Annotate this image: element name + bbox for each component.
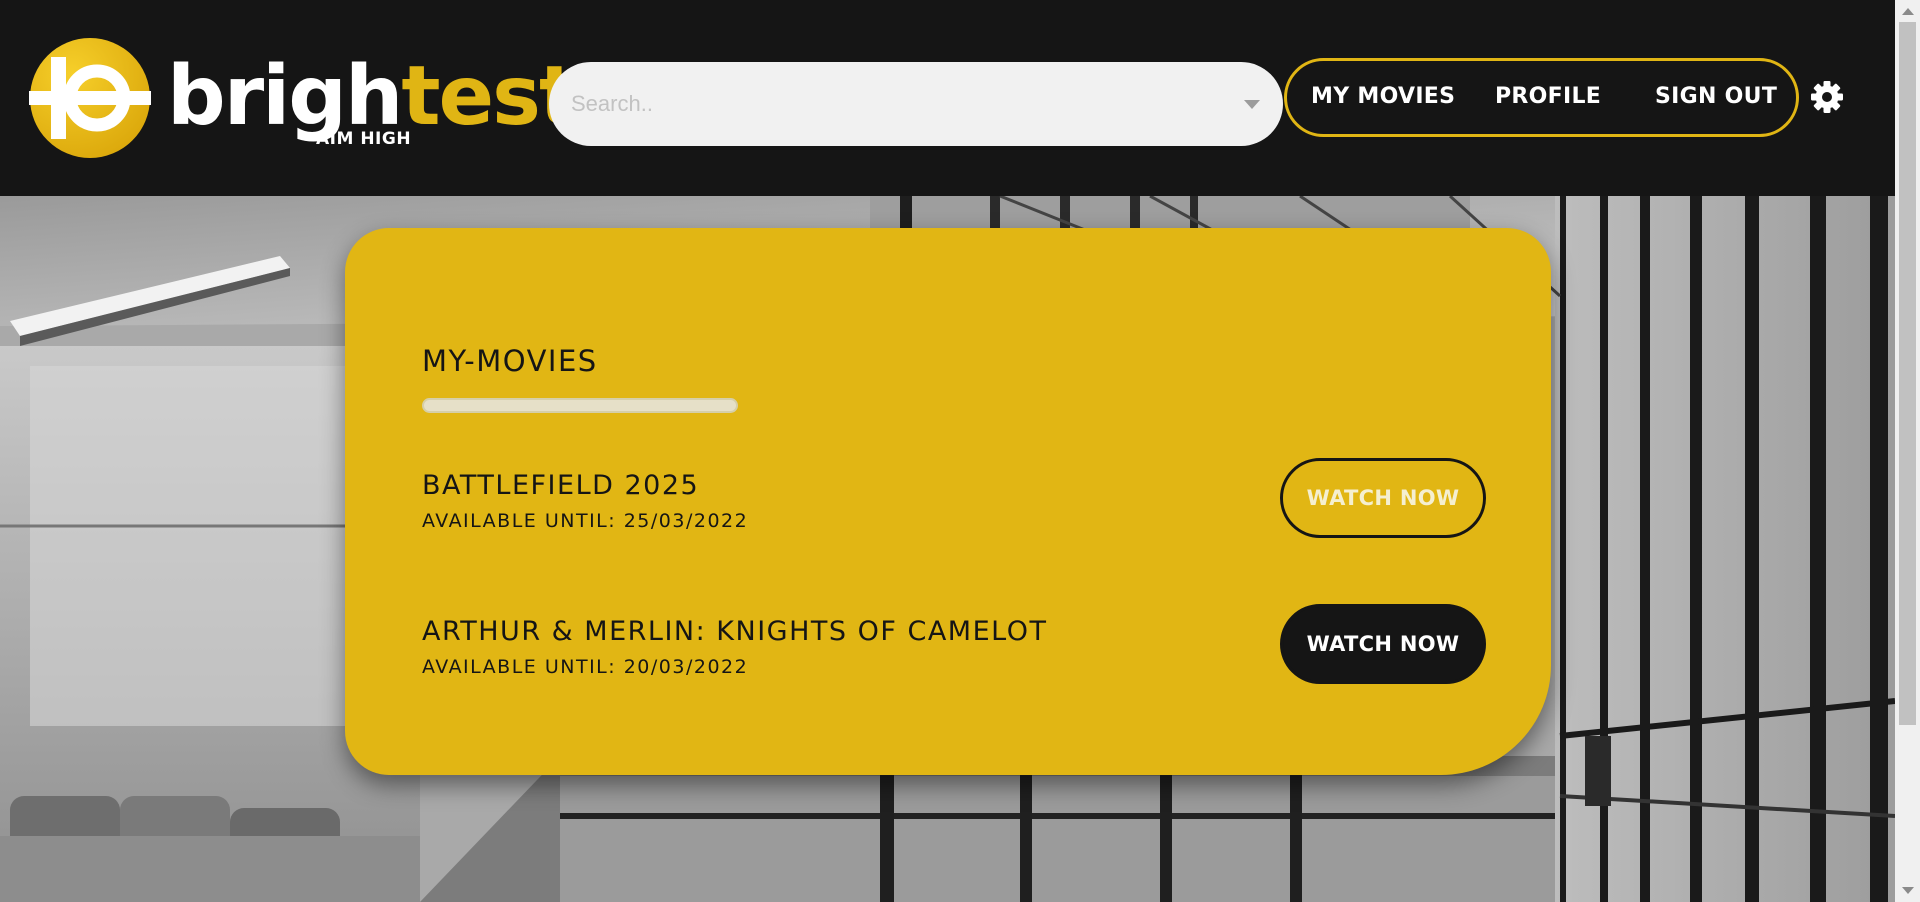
main-nav: MY MOVIES PROFILE SIGN OUT xyxy=(1284,58,1799,137)
page-title: MY-MOVIES xyxy=(422,344,598,378)
scrollbar-thumb[interactable] xyxy=(1899,22,1916,725)
search-input[interactable] xyxy=(571,62,1211,146)
nav-sign-out[interactable]: SIGN OUT xyxy=(1655,83,1777,111)
brand-tagline: AIM HIGH xyxy=(316,129,412,149)
movie-availability: AVAILABLE UNTIL: 25/03/2022 xyxy=(422,510,749,532)
title-underline xyxy=(422,398,738,413)
dropdown-caret-icon[interactable] xyxy=(1244,100,1260,109)
scroll-up-arrow-icon[interactable] xyxy=(1902,8,1914,15)
watch-now-button[interactable]: WATCH NOW xyxy=(1280,458,1486,538)
movie-item: ARTHUR & MERLIN: KNIGHTS OF CAMELOT AVAI… xyxy=(422,604,1486,696)
gear-icon[interactable] xyxy=(1810,80,1844,114)
my-movies-card: MY-MOVIES BATTLEFIELD 2025 AVAILABLE UNT… xyxy=(345,228,1551,775)
scroll-down-arrow-icon[interactable] xyxy=(1902,887,1914,894)
movie-title: ARTHUR & MERLIN: KNIGHTS OF CAMELOT xyxy=(422,616,1048,647)
nav-profile[interactable]: PROFILE xyxy=(1495,83,1601,111)
brand-logo[interactable]: brightest AIM HIGH xyxy=(29,36,578,161)
watch-now-button[interactable]: WATCH NOW xyxy=(1280,604,1486,684)
nav-my-movies[interactable]: MY MOVIES xyxy=(1311,83,1455,111)
logo-mark-icon xyxy=(29,38,151,158)
page-scrollbar[interactable] xyxy=(1895,0,1920,902)
movie-title: BATTLEFIELD 2025 xyxy=(422,470,700,501)
movie-item: BATTLEFIELD 2025 AVAILABLE UNTIL: 25/03/… xyxy=(422,458,1486,550)
search-bar[interactable] xyxy=(549,62,1283,146)
movie-availability: AVAILABLE UNTIL: 20/03/2022 xyxy=(422,656,749,678)
top-header: brightest AIM HIGH MY MOVIES PROFILE SIG… xyxy=(0,0,1895,196)
brand-wordmark: brightest xyxy=(167,56,578,138)
